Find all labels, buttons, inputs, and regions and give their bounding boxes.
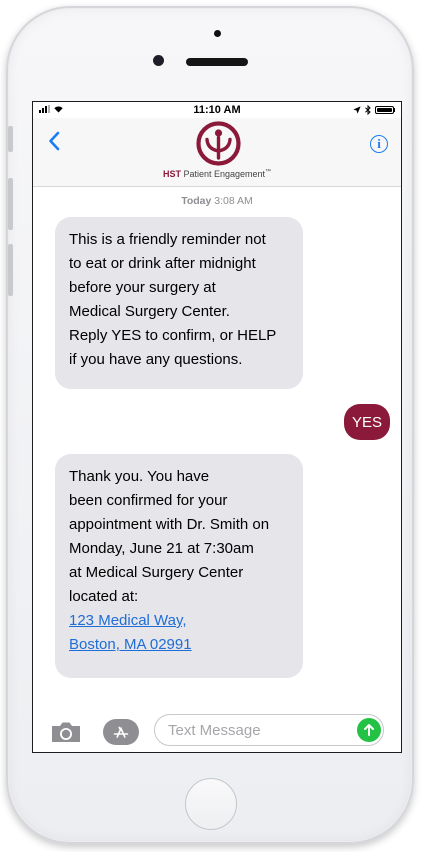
outgoing-message-text: YES <box>351 413 382 431</box>
send-arrow-up-icon <box>364 724 374 736</box>
message-line: if you have any questions. <box>69 351 243 368</box>
message-line: appointment with Dr. Smith on <box>69 516 270 533</box>
message-line: at Medical Surgery Center <box>69 564 244 581</box>
volume-up-button <box>8 178 13 230</box>
front-camera <box>153 55 164 66</box>
message-line: Reply YES to confirm, or HELP <box>69 327 277 344</box>
message-line: located at: <box>69 588 139 605</box>
message-line: before your surgery at <box>69 279 216 296</box>
address-link-line[interactable]: 123 Medical Way, <box>69 609 289 633</box>
timestamp-day: Today <box>181 195 212 207</box>
address-link-line[interactable]: Boston, MA 02991 <box>69 633 289 657</box>
send-button[interactable] <box>357 718 381 742</box>
volume-down-button <box>8 244 13 296</box>
battery-icon <box>374 106 395 114</box>
camera-button[interactable] <box>50 721 82 743</box>
message-line: This is a friendly reminder not <box>69 231 266 248</box>
message-composer <box>33 710 401 752</box>
info-icon: i <box>377 136 381 151</box>
message-input[interactable] <box>168 719 348 741</box>
status-bar: 11:10 AM <box>33 102 401 118</box>
proximity-sensor <box>214 30 221 37</box>
contact-avatar[interactable] <box>196 121 241 166</box>
back-button[interactable] <box>43 126 67 156</box>
trademark-mark: ™ <box>265 169 272 175</box>
status-time: 11:10 AM <box>193 104 241 116</box>
chevron-left-icon <box>49 131 60 151</box>
home-button[interactable] <box>185 778 237 830</box>
earpiece-speaker <box>186 58 248 66</box>
location-arrow-icon <box>352 106 361 114</box>
address-link[interactable]: Boston, MA 02991 <box>69 636 192 653</box>
mute-switch <box>8 126 13 152</box>
message-input-field[interactable] <box>154 714 384 746</box>
conversation-header: HST Patient Engagement™ i <box>33 118 401 187</box>
incoming-message-bubble[interactable]: This is a friendly reminder not to eat o… <box>55 217 303 389</box>
message-timestamp: Today 3:08 AM <box>33 195 401 207</box>
message-line: Medical Surgery Center. <box>69 303 230 320</box>
timestamp-time: 3:08 AM <box>214 195 253 207</box>
brand-rest: Patient Engagement <box>183 169 266 179</box>
info-button[interactable]: i <box>370 135 388 153</box>
contact-name[interactable]: HST Patient Engagement™ <box>33 169 401 179</box>
messages-screen: 11:10 AM HST Patient Engagement™ i Today… <box>32 101 402 753</box>
status-indicators <box>352 105 395 115</box>
message-line: Thank you. You have <box>69 468 210 485</box>
message-line: Monday, June 21 at 7:30am <box>69 540 254 557</box>
camera-icon <box>52 722 80 742</box>
app-store-button[interactable] <box>102 718 140 746</box>
hst-logo-icon <box>196 121 241 166</box>
app-store-icon <box>103 719 139 745</box>
bluetooth-icon <box>364 105 371 115</box>
address-link[interactable]: 123 Medical Way, <box>69 612 187 629</box>
incoming-message-bubble[interactable]: Thank you. You have been confirmed for y… <box>55 454 303 678</box>
message-line: to eat or drink after midnight <box>69 255 256 272</box>
message-line: been confirmed for your <box>69 492 228 509</box>
outgoing-message-bubble[interactable]: YES <box>344 404 390 440</box>
brand-bold: HST <box>162 169 181 179</box>
